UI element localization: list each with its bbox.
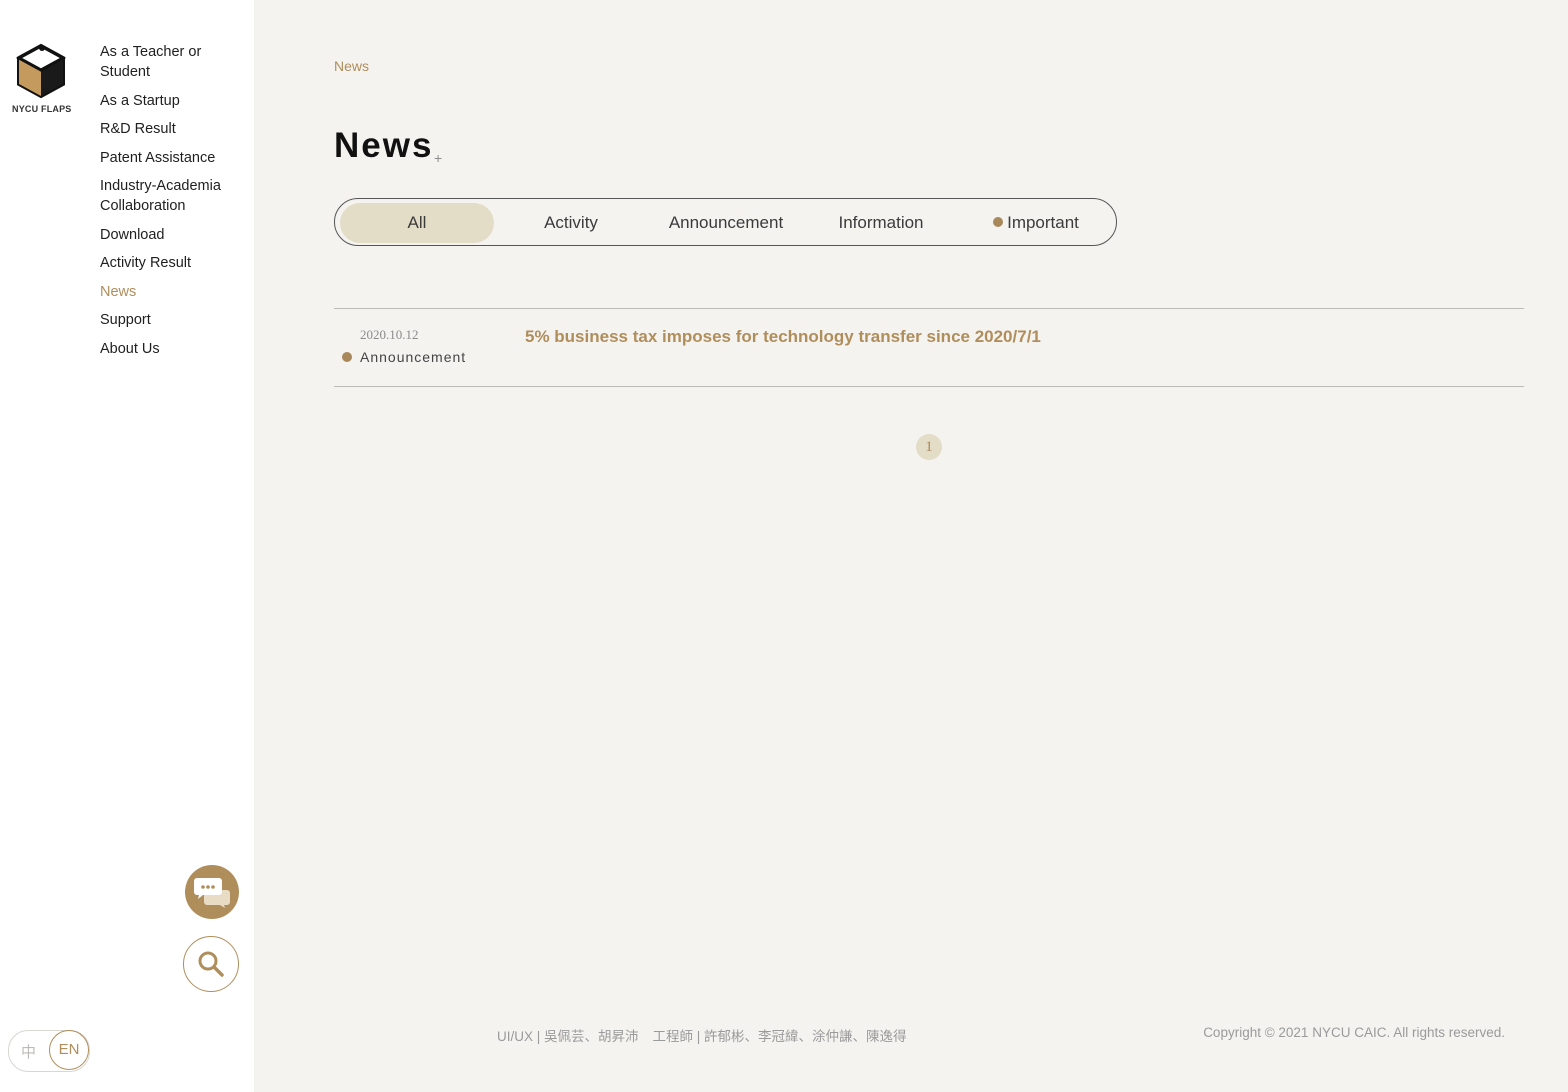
lang-en-option[interactable]: EN bbox=[49, 1030, 89, 1070]
filter-tab-important-label: Important bbox=[1007, 213, 1079, 232]
important-dot-icon bbox=[993, 217, 1004, 227]
sidebar-item-startup[interactable]: As a Startup bbox=[100, 91, 250, 111]
news-date: 2020.10.12 bbox=[360, 327, 419, 342]
page-title: News bbox=[334, 126, 434, 165]
sidebar-item-support[interactable]: Support bbox=[100, 310, 250, 330]
logo-text: NYCU FLAPS bbox=[12, 104, 72, 114]
sidebar-item-news[interactable]: News bbox=[100, 282, 250, 302]
chat-bubbles-icon bbox=[194, 878, 230, 908]
sidebar-item-download[interactable]: Download bbox=[100, 225, 250, 245]
search-button[interactable] bbox=[183, 936, 239, 992]
category-dot-icon bbox=[342, 352, 352, 362]
plus-icon: + bbox=[434, 150, 443, 166]
logo[interactable]: NYCU FLAPS bbox=[12, 42, 72, 120]
footer-uiux-credit: UI/UX | 吳佩芸、胡昇沛 bbox=[497, 1029, 639, 1044]
footer-credits: UI/UX | 吳佩芸、胡昇沛 工程師 | 許郁彬、李冠緯、涂仲謙、陳逸得 bbox=[497, 1025, 907, 1045]
sidebar-item-activity-result[interactable]: Activity Result bbox=[100, 253, 250, 273]
chat-button[interactable] bbox=[185, 865, 239, 919]
breadcrumb[interactable]: News bbox=[334, 58, 369, 74]
sidebar-item-patent-assistance[interactable]: Patent Assistance bbox=[100, 148, 250, 168]
sidebar-item-about-us[interactable]: About Us bbox=[100, 339, 250, 359]
pagination-page-1[interactable]: 1 bbox=[916, 434, 942, 460]
sidebar-item-teacher-student[interactable]: As a Teacher or Student bbox=[100, 42, 250, 82]
footer-engineer-credit: 工程師 | 許郁彬、李冠緯、涂仲謙、陳逸得 bbox=[652, 1029, 907, 1044]
filter-tab-information[interactable]: Information bbox=[804, 203, 958, 243]
news-category-label: Announcement bbox=[360, 349, 467, 365]
sidebar: NYCU FLAPS As a Teacher or Student As a … bbox=[0, 0, 254, 1092]
filter-tab-activity[interactable]: Activity bbox=[494, 203, 648, 243]
footer-copyright: Copyright © 2021 NYCU CAIC. All rights r… bbox=[1203, 1025, 1505, 1040]
news-category: Announcement bbox=[342, 349, 466, 365]
language-switch: 中 EN bbox=[8, 1030, 90, 1072]
category-filter: All Activity Announcement Information Im… bbox=[334, 198, 1117, 246]
sidebar-item-industry-academia[interactable]: Industry-Academia Collaboration bbox=[100, 176, 250, 216]
sidebar-nav: As a Teacher or Student As a Startup R&D… bbox=[100, 42, 250, 367]
news-list: 2020.10.12 Announcement 5% business tax … bbox=[334, 308, 1524, 387]
filter-tab-announcement[interactable]: Announcement bbox=[649, 203, 803, 243]
news-title-link[interactable]: 5% business tax imposes for technology t… bbox=[525, 327, 1041, 347]
sidebar-item-rd-result[interactable]: R&D Result bbox=[100, 119, 250, 139]
filter-tab-all[interactable]: All bbox=[340, 203, 494, 243]
search-icon bbox=[198, 951, 224, 977]
filter-tab-important[interactable]: Important bbox=[959, 203, 1113, 243]
lang-zh-option[interactable]: 中 bbox=[21, 1041, 36, 1062]
logo-icon bbox=[15, 43, 67, 99]
